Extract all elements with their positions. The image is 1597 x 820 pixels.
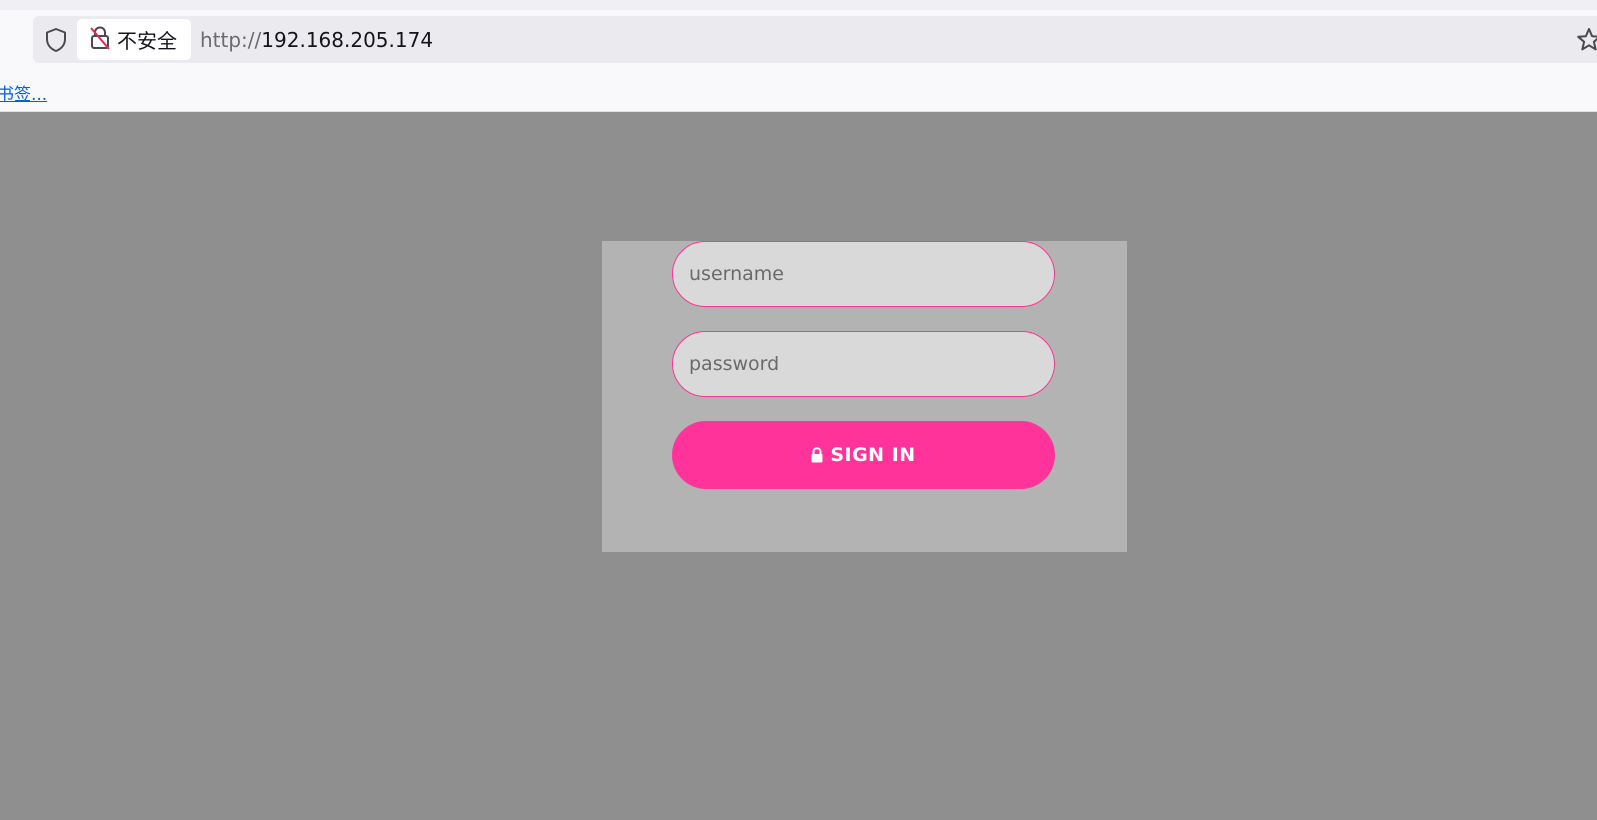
bookmarks-link[interactable]: 书签... bbox=[0, 80, 47, 105]
window-top-strip bbox=[0, 0, 1597, 10]
address-bar[interactable]: 不安全 http://192.168.205.174 bbox=[33, 16, 1597, 63]
url-scheme: http:// bbox=[200, 28, 262, 52]
login-card: SIGN IN bbox=[602, 241, 1127, 552]
insecure-lock-icon bbox=[89, 25, 111, 55]
sign-in-label: SIGN IN bbox=[830, 444, 916, 466]
security-indicator[interactable]: 不安全 bbox=[77, 19, 191, 60]
lock-icon bbox=[811, 446, 823, 463]
bookmarks-toolbar: 书签... bbox=[0, 72, 1597, 112]
sign-in-button[interactable]: SIGN IN bbox=[672, 421, 1055, 489]
url-text[interactable]: http://192.168.205.174 bbox=[200, 26, 433, 54]
shield-icon[interactable] bbox=[43, 27, 69, 53]
security-label: 不安全 bbox=[117, 29, 177, 53]
star-icon[interactable] bbox=[1575, 26, 1597, 54]
username-input[interactable] bbox=[672, 241, 1055, 307]
page-content: SIGN IN bbox=[0, 112, 1597, 820]
browser-toolbar: 不安全 http://192.168.205.174 bbox=[0, 10, 1597, 72]
password-input[interactable] bbox=[672, 331, 1055, 397]
url-host: 192.168.205.174 bbox=[261, 28, 434, 52]
